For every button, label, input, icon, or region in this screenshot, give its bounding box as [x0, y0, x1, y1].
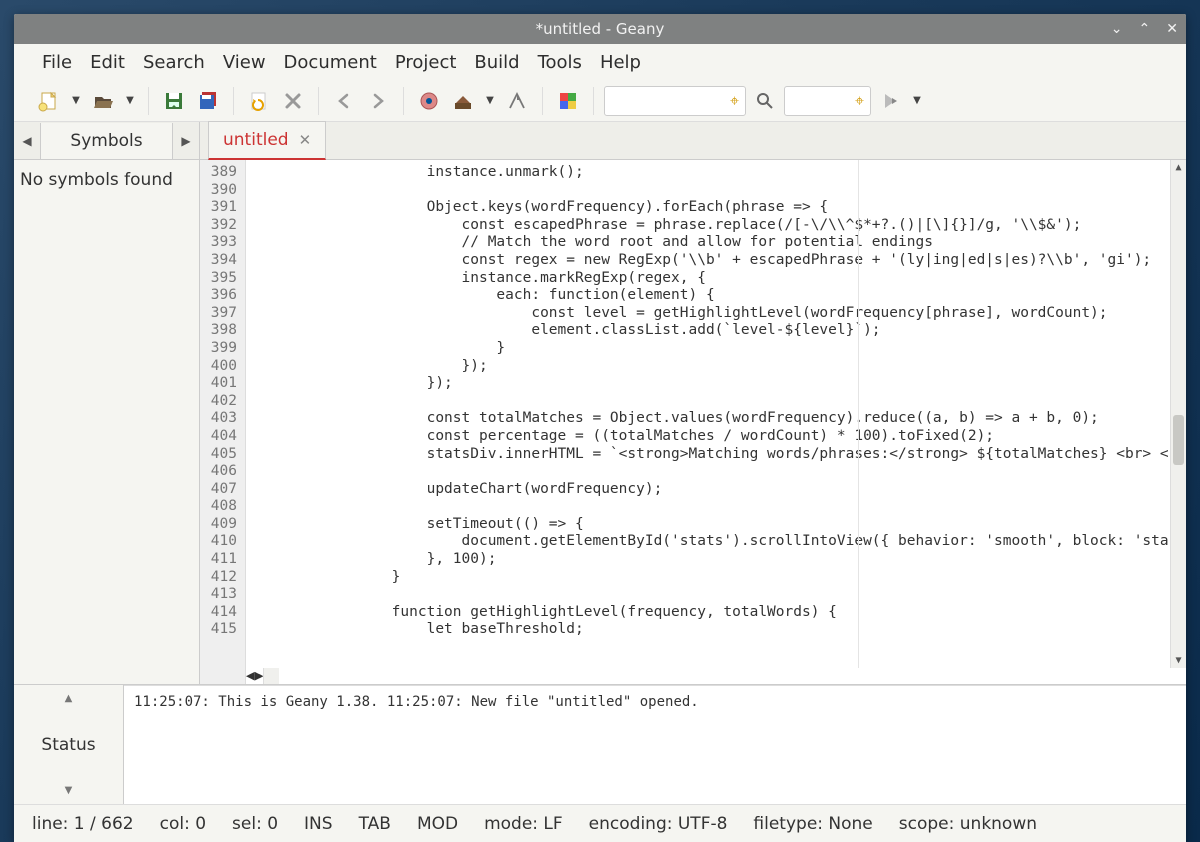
menu-document[interactable]: Document — [276, 48, 385, 77]
search-input[interactable] — [611, 93, 726, 109]
messages-tab-status[interactable]: Status — [27, 729, 109, 761]
menu-view[interactable]: View — [215, 48, 274, 77]
status-ins: INS — [304, 814, 333, 834]
revert-button[interactable] — [244, 86, 274, 116]
open-file-dropdown[interactable]: ▼ — [122, 95, 138, 106]
compile-button[interactable] — [414, 86, 444, 116]
build-button[interactable] — [448, 86, 478, 116]
status-col: col: 0 — [160, 814, 206, 834]
close-document-button[interactable] — [278, 86, 308, 116]
search-button[interactable] — [750, 86, 780, 116]
scrollbar-thumb[interactable] — [1173, 415, 1184, 465]
code-content[interactable]: instance.unmark(); Object.keys(wordFrequ… — [246, 160, 1170, 668]
color-chooser-button[interactable] — [553, 86, 583, 116]
status-mode: mode: LF — [484, 814, 563, 834]
window-minimize-icon[interactable]: ⌄ — [1111, 21, 1123, 37]
clear-goto-icon[interactable]: ⌖ — [855, 91, 864, 111]
status-line: line: 1 / 662 — [32, 814, 134, 834]
status-encoding: encoding: UTF-8 — [589, 814, 728, 834]
document-tab-untitled[interactable]: untitled ✕ — [208, 121, 326, 160]
messages-tab-next[interactable]: ▼ — [65, 785, 73, 796]
status-tab: TAB — [359, 814, 391, 834]
sidebar-body: No symbols found — [14, 160, 199, 200]
search-field[interactable]: ⌖ — [604, 86, 746, 116]
toolbar: ▼ ▼ ▼ — [14, 80, 1186, 122]
sidebar-tab-prev[interactable]: ◀ — [14, 134, 40, 148]
statusbar: line: 1 / 662 col: 0 sel: 0 INS TAB MOD … — [14, 804, 1186, 842]
document-tabs: untitled ✕ — [200, 122, 1186, 160]
scroll-up-icon[interactable]: ▲ — [1171, 162, 1186, 173]
sidebar-tab-next[interactable]: ▶ — [173, 134, 199, 148]
document-tab-close-icon[interactable]: ✕ — [299, 131, 312, 149]
nav-forward-button[interactable] — [363, 86, 393, 116]
messages-body[interactable]: 11:25:07: This is Geany 1.38. 11:25:07: … — [124, 685, 1186, 804]
app-window: *untitled - Geany ⌄ ⌃ ✕ FileEditSearchVi… — [14, 14, 1186, 842]
goto-line-button[interactable] — [875, 86, 905, 116]
open-file-button[interactable] — [88, 86, 118, 116]
menubar: FileEditSearchViewDocumentProjectBuildTo… — [14, 44, 1186, 80]
clear-search-icon[interactable]: ⌖ — [730, 91, 739, 111]
goto-line-field[interactable]: ⌖ — [784, 86, 871, 116]
run-button[interactable] — [502, 86, 532, 116]
messages-tab-prev[interactable]: ▲ — [65, 693, 73, 704]
scroll-down-icon[interactable]: ▼ — [1171, 655, 1186, 666]
sidebar-tab-symbols[interactable]: Symbols — [40, 123, 173, 159]
vertical-scrollbar[interactable]: ▲ ▼ — [1170, 160, 1186, 668]
messages-panel: ▲ Status ▼ 11:25:07: This is Geany 1.38.… — [14, 684, 1186, 804]
menu-search[interactable]: Search — [135, 48, 213, 77]
document-tab-label: untitled — [223, 130, 289, 150]
scroll-right-icon[interactable]: ▶ — [255, 668, 264, 684]
nav-back-button[interactable] — [329, 86, 359, 116]
save-button[interactable] — [159, 86, 189, 116]
new-file-dropdown[interactable]: ▼ — [68, 95, 84, 106]
status-mod: MOD — [417, 814, 458, 834]
titlebar: *untitled - Geany ⌄ ⌃ ✕ — [14, 14, 1186, 44]
new-file-button[interactable] — [34, 86, 64, 116]
menu-file[interactable]: File — [34, 48, 80, 77]
menu-build[interactable]: Build — [466, 48, 527, 77]
print-margin — [858, 160, 859, 668]
window-title: *untitled - Geany — [536, 20, 665, 38]
goto-line-input[interactable] — [791, 93, 851, 109]
window-maximize-icon[interactable]: ⌃ — [1139, 21, 1151, 37]
status-scope: scope: unknown — [899, 814, 1037, 834]
menu-edit[interactable]: Edit — [82, 48, 133, 77]
save-all-button[interactable] — [193, 86, 223, 116]
toolbar-overflow-dropdown[interactable]: ▼ — [909, 95, 925, 106]
sidebar: ◀ Symbols ▶ No symbols found — [14, 122, 200, 684]
menu-tools[interactable]: Tools — [530, 48, 590, 77]
window-close-icon[interactable]: ✕ — [1166, 21, 1178, 37]
status-sel: sel: 0 — [232, 814, 278, 834]
build-dropdown[interactable]: ▼ — [482, 95, 498, 106]
code-editor[interactable]: 389 390 391 392 393 394 395 396 397 398 … — [200, 160, 1186, 668]
menu-project[interactable]: Project — [387, 48, 465, 77]
status-filetype: filetype: None — [753, 814, 872, 834]
scroll-left-icon[interactable]: ◀ — [246, 668, 255, 684]
menu-help[interactable]: Help — [592, 48, 649, 77]
line-number-gutter: 389 390 391 392 393 394 395 396 397 398 … — [200, 160, 246, 668]
